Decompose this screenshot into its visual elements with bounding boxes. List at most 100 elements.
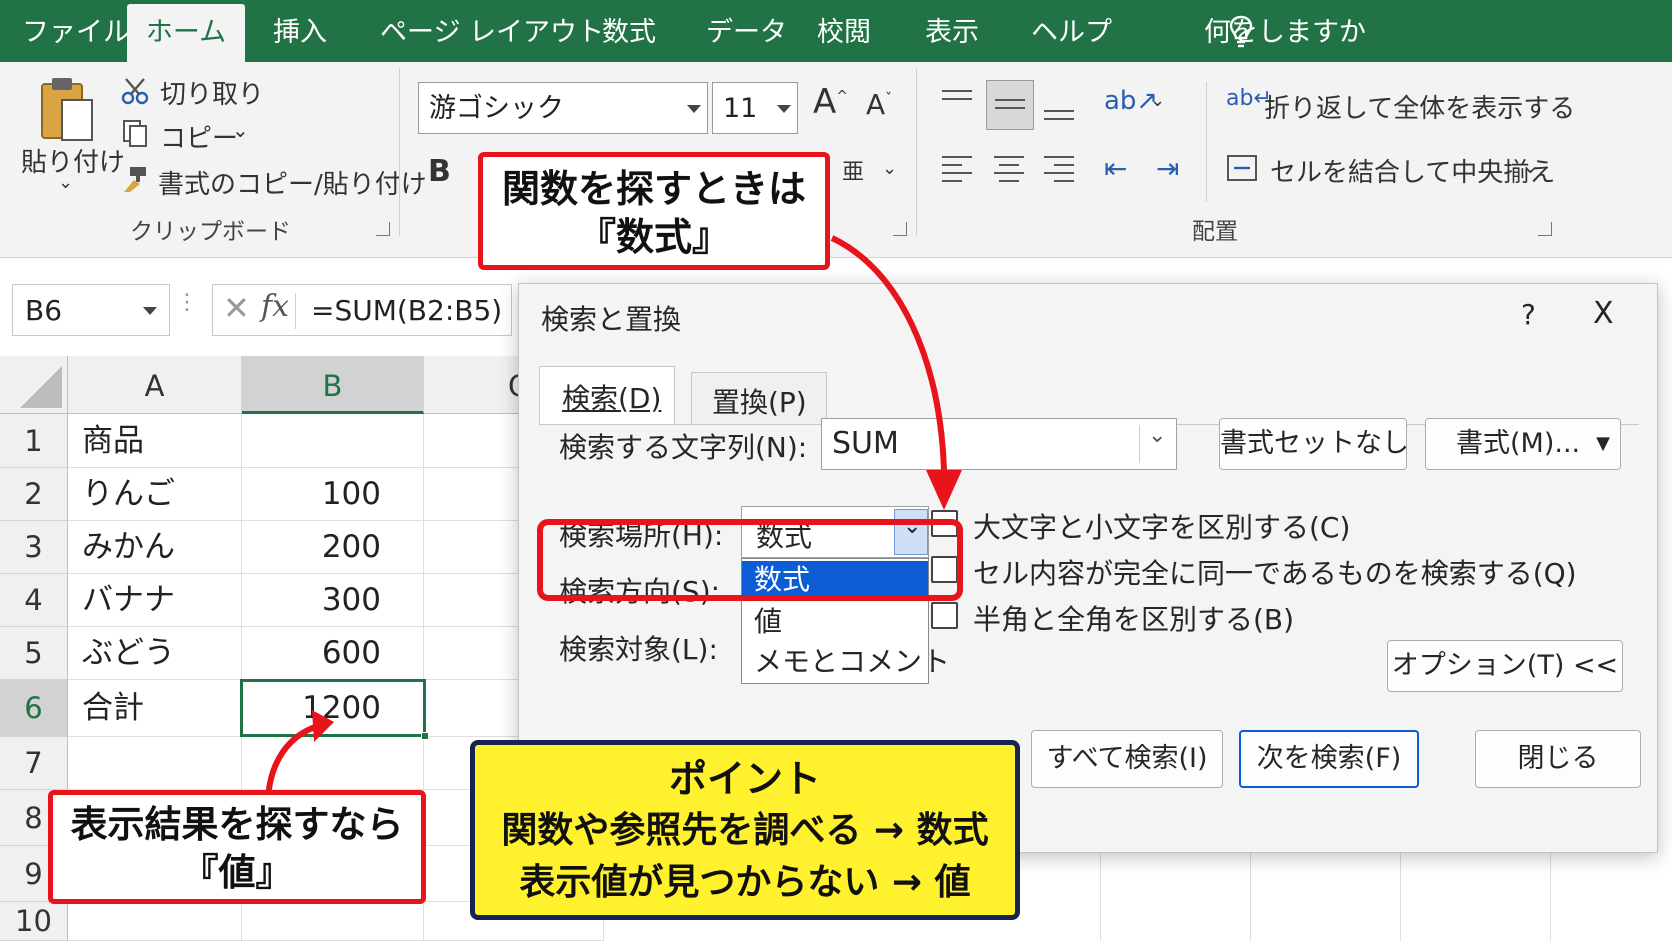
tab-replace[interactable]: 置換(P): [691, 372, 827, 424]
tab-find[interactable]: 検索(D): [539, 366, 675, 424]
tab-page-layout[interactable]: ページ レイアウト: [380, 0, 604, 62]
look-within-select[interactable]: 数式 ⌄: [741, 506, 929, 558]
column-header-a[interactable]: A: [68, 356, 242, 414]
cell-b[interactable]: 200: [242, 521, 424, 574]
row-header[interactable]: 6: [0, 680, 68, 737]
cell-a[interactable]: バナナ: [68, 574, 242, 627]
align-right-icon[interactable]: [1040, 150, 1080, 190]
tab-formulas[interactable]: 数式: [602, 0, 656, 62]
font-name-dropdown[interactable]: 游ゴシック: [418, 82, 708, 134]
tell-me-search[interactable]: 何をしますか: [1204, 0, 1366, 62]
row-header[interactable]: 7: [0, 737, 68, 790]
cancel-icon[interactable]: ✕: [223, 289, 250, 327]
find-what-input[interactable]: SUM ⌄: [821, 418, 1177, 470]
copy-chevron-icon[interactable]: ⌄: [232, 118, 249, 142]
shrink-font-icon[interactable]: Aˇ: [866, 88, 892, 121]
chevron-down-icon[interactable]: ⌄: [1150, 90, 1165, 111]
cell-b[interactable]: 300: [242, 574, 424, 627]
cell-b[interactable]: [242, 737, 424, 790]
formula-bar-divider-icon: ⋮: [176, 290, 198, 315]
merge-center-button[interactable]: セルを結合して中央揃え: [1270, 152, 1555, 189]
row-header[interactable]: 4: [0, 574, 68, 627]
column-header-b[interactable]: B: [242, 356, 424, 414]
cell-a[interactable]: りんご: [68, 468, 242, 521]
top-align-icon[interactable]: [938, 84, 978, 124]
row-header[interactable]: 3: [0, 521, 68, 574]
font-size-dropdown[interactable]: 11: [712, 82, 798, 134]
tab-data[interactable]: データ: [706, 0, 787, 62]
match-byte-label[interactable]: 半角と全角を区別する(B): [973, 598, 1294, 638]
chevron-down-icon[interactable]: ⌄: [1522, 154, 1539, 178]
tab-review[interactable]: 校閲: [817, 0, 871, 62]
help-icon[interactable]: ?: [1521, 298, 1536, 331]
format-painter-icon[interactable]: [120, 164, 150, 198]
match-entire-checkbox[interactable]: [931, 556, 958, 583]
merge-center-icon[interactable]: [1226, 152, 1258, 188]
no-format-button[interactable]: 書式セットなし: [1219, 418, 1409, 470]
tab-file[interactable]: ファイル: [22, 0, 130, 62]
chevron-down-icon[interactable]: ⌄: [1148, 423, 1166, 448]
row-header[interactable]: 10: [0, 902, 68, 941]
cell-a[interactable]: [68, 902, 242, 941]
close-icon[interactable]: X: [1593, 296, 1614, 331]
middle-align-icon[interactable]: [986, 80, 1034, 130]
grow-font-icon[interactable]: A^: [813, 82, 848, 122]
formula-input[interactable]: ✕ fx =SUM(B2:B5): [212, 284, 512, 336]
cell-b[interactable]: 600: [242, 627, 424, 680]
alignment-launcher-icon[interactable]: [1538, 222, 1552, 236]
tab-view[interactable]: 表示: [925, 0, 979, 62]
insert-function-icon[interactable]: fx: [261, 289, 289, 324]
options-button[interactable]: オプション(T) <<: [1387, 640, 1623, 692]
chevron-down-icon[interactable]: ⌄: [882, 158, 897, 179]
clipboard-group-label: クリップボード: [130, 219, 291, 245]
name-box[interactable]: B6: [12, 284, 170, 336]
match-byte-checkbox[interactable]: [931, 602, 958, 629]
phonetic-icon[interactable]: 亜: [842, 154, 864, 186]
tab-insert[interactable]: 挿入: [273, 0, 327, 62]
cell-a[interactable]: [68, 737, 242, 790]
find-next-button[interactable]: 次を検索(F): [1239, 730, 1419, 788]
option-notes-comments[interactable]: メモとコメント: [742, 643, 950, 681]
option-formulas[interactable]: 数式: [742, 561, 928, 601]
row-header[interactable]: 1: [0, 414, 68, 468]
match-case-label[interactable]: 大文字と小文字を区別する(C): [973, 506, 1350, 546]
row-header[interactable]: 2: [0, 468, 68, 521]
option-values[interactable]: 値: [742, 603, 928, 641]
cut-button[interactable]: 切り取り: [160, 74, 264, 111]
cell-b[interactable]: [242, 414, 424, 468]
font-launcher-icon[interactable]: [893, 222, 907, 236]
increase-indent-icon[interactable]: ⇥: [1156, 152, 1179, 185]
cell-b[interactable]: 100: [242, 468, 424, 521]
align-center-icon[interactable]: [990, 150, 1030, 190]
bottom-align-icon[interactable]: [1040, 84, 1080, 124]
cell-a[interactable]: 商品: [68, 414, 242, 468]
match-entire-label[interactable]: セル内容が完全に同一であるものを検索する(Q): [973, 552, 1577, 592]
cell-a[interactable]: 合計: [68, 680, 242, 737]
copy-icon[interactable]: [120, 118, 150, 152]
format-button[interactable]: 書式(M)... ▼: [1425, 418, 1621, 470]
fill-handle[interactable]: [421, 732, 429, 740]
match-case-checkbox[interactable]: [931, 510, 958, 537]
cell-a[interactable]: みかん: [68, 521, 242, 574]
tab-home[interactable]: ホーム: [127, 4, 245, 62]
cell-a[interactable]: ぶどう: [68, 627, 242, 680]
scissors-icon[interactable]: [120, 76, 150, 110]
column-gridline: [1250, 853, 1251, 941]
wrap-text-button[interactable]: 折り返して全体を表示する: [1264, 88, 1575, 125]
copy-button[interactable]: コピー: [160, 118, 238, 155]
chevron-down-icon: [687, 105, 701, 113]
tab-help[interactable]: ヘルプ: [1031, 0, 1112, 62]
clipboard-launcher-icon[interactable]: [376, 222, 390, 236]
format-painter-button[interactable]: 書式のコピー/貼り付け: [158, 164, 427, 201]
select-all-corner[interactable]: [0, 356, 68, 414]
select-arrow-button[interactable]: ⌄: [894, 509, 928, 555]
paste-chevron-icon[interactable]: ⌄: [58, 172, 73, 193]
close-button[interactable]: 閉じる: [1475, 730, 1641, 788]
cell-b[interactable]: [242, 902, 424, 941]
bold-icon[interactable]: B: [428, 154, 451, 189]
align-left-icon[interactable]: [938, 150, 978, 190]
find-all-button[interactable]: すべて検索(I): [1031, 730, 1223, 788]
paste-icon[interactable]: [36, 74, 98, 150]
decrease-indent-icon[interactable]: ⇤: [1104, 152, 1127, 185]
row-header[interactable]: 5: [0, 627, 68, 680]
